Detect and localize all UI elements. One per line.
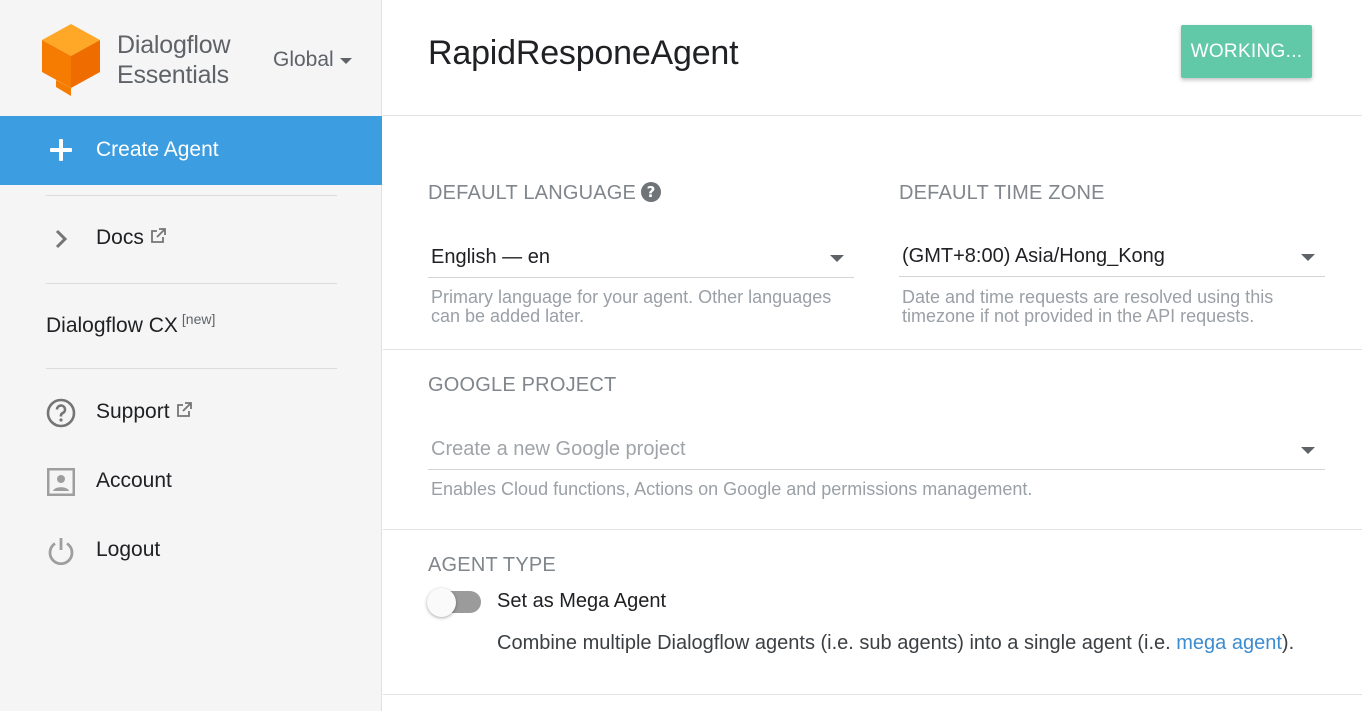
mega-agent-link[interactable]: mega agent: [1176, 632, 1282, 654]
caret-down-icon: [1301, 447, 1315, 454]
sidebar-item-account-label: Account: [96, 469, 172, 492]
chevron-right-icon: [46, 224, 76, 254]
help-icon[interactable]: ?: [641, 182, 661, 202]
sidebar-divider: [46, 195, 337, 196]
google-project-placeholder: Create a new Google project: [431, 438, 686, 460]
brand-name: Dialogflow Essentials: [117, 30, 231, 90]
plus-icon: [50, 139, 72, 161]
mega-agent-toggle[interactable]: [427, 588, 483, 617]
default-language-select[interactable]: English — en: [428, 238, 854, 278]
agent-name-title[interactable]: RapidResponeAgent: [428, 34, 739, 73]
sidebar-item-logout[interactable]: Logout: [0, 526, 382, 574]
caret-down-icon: [830, 255, 844, 262]
default-timezone-select[interactable]: (GMT+8:00) Asia/Hong_Kong: [899, 237, 1325, 277]
account-box-icon: [46, 467, 76, 497]
default-timezone-hint: Date and time requests are resolved usin…: [902, 288, 1273, 326]
dialogflow-cx-label: Dialogflow CX: [46, 314, 178, 337]
region-selector[interactable]: Global: [273, 48, 352, 72]
brand-header: Dialogflow Essentials Global: [0, 0, 382, 116]
toggle-thumb: [427, 588, 456, 617]
default-language-hint: Primary language for your agent. Other l…: [431, 288, 831, 326]
new-badge: [new]: [181, 311, 216, 327]
google-project-hint: Enables Cloud functions, Actions on Goog…: [431, 479, 1033, 499]
section-divider: [383, 529, 1362, 530]
help-circle-icon: [46, 398, 76, 428]
default-timezone-label: DEFAULT TIME ZONE: [899, 182, 1105, 204]
google-project-label: GOOGLE PROJECT: [428, 374, 617, 396]
hint-line: timezone if not provided in the API requ…: [902, 306, 1255, 326]
default-timezone-value: (GMT+8:00) Asia/Hong_Kong: [902, 245, 1165, 267]
external-link-icon: [150, 228, 166, 243]
brand-line-2: Essentials: [117, 61, 229, 89]
sidebar-item-account[interactable]: Account: [0, 457, 382, 505]
external-link-icon: [176, 402, 192, 417]
agent-desc-suffix: ).: [1281, 632, 1295, 654]
hint-line: Date and time requests are resolved usin…: [902, 287, 1274, 307]
create-agent-label: Create Agent: [96, 138, 219, 161]
sidebar-item-logout-label: Logout: [96, 538, 161, 561]
caret-down-icon: [1301, 254, 1315, 261]
main-panel: RapidResponeAgent WORKING... DEFAULT LAN…: [383, 0, 1362, 711]
power-icon: [46, 536, 76, 566]
agent-desc-prefix: Combine multiple Dialogflow agents (i.e.…: [497, 632, 1177, 654]
section-divider: [383, 115, 1362, 116]
create-agent-button[interactable]: Create Agent: [0, 116, 382, 185]
sidebar-item-dialogflow-cx[interactable]: Dialogflow CX [new]: [46, 311, 216, 338]
agent-type-description: Combine multiple Dialogflow agents (i.e.…: [497, 632, 1294, 655]
default-language-value: English — en: [431, 246, 550, 268]
caret-down-icon: [339, 58, 352, 64]
google-project-select[interactable]: Create a new Google project: [428, 430, 1325, 470]
hint-line: Primary language for your agent. Other l…: [431, 287, 832, 307]
sidebar-item-support[interactable]: Support: [0, 388, 382, 436]
sidebar-item-docs-label: Docs: [96, 226, 144, 249]
save-status-button[interactable]: WORKING...: [1181, 25, 1312, 78]
sidebar-divider: [46, 368, 337, 369]
sidebar-item-docs[interactable]: Docs: [0, 214, 382, 262]
sidebar: Dialogflow Essentials Global Create Agen…: [0, 0, 382, 711]
region-label: Global: [273, 48, 334, 71]
dialogflow-logo-icon[interactable]: [42, 24, 100, 96]
hint-line: can be added later.: [431, 306, 585, 326]
brand-line-1: Dialogflow: [117, 31, 231, 59]
sidebar-item-support-label: Support: [96, 400, 170, 423]
sidebar-divider: [46, 283, 337, 284]
agent-type-label: AGENT TYPE: [428, 554, 556, 576]
section-divider: [383, 349, 1362, 350]
section-divider: [383, 694, 1362, 695]
default-language-label: DEFAULT LANGUAGE: [428, 182, 637, 204]
mega-agent-toggle-label: Set as Mega Agent: [497, 590, 667, 612]
